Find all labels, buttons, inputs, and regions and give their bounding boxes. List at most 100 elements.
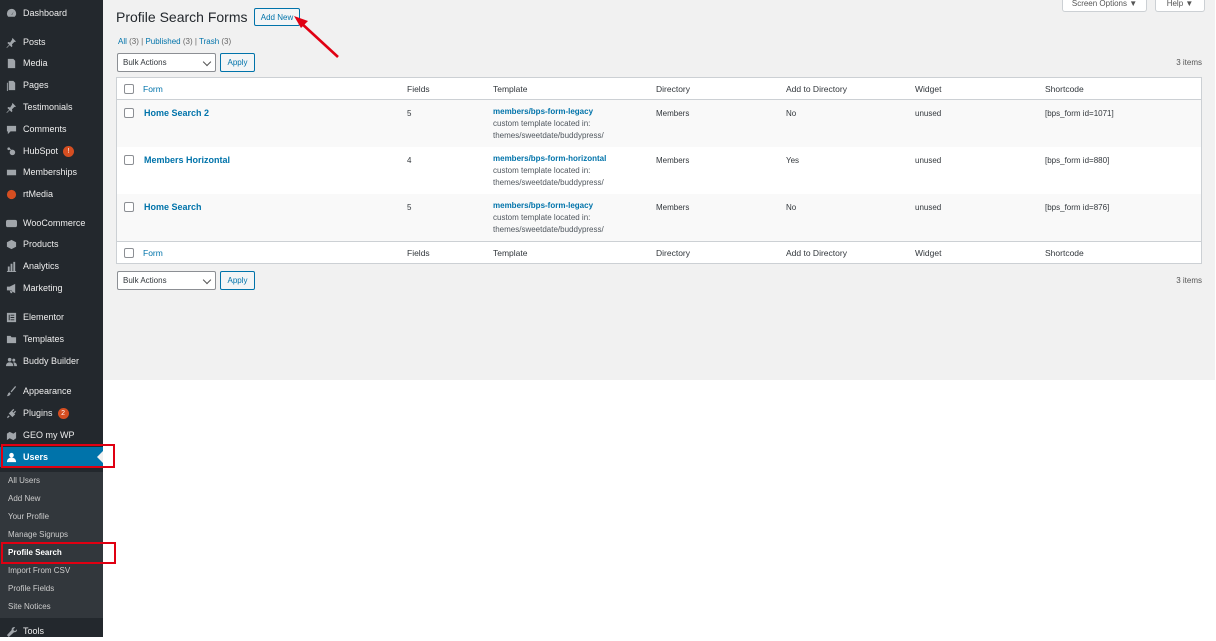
column-form[interactable]: Form xyxy=(143,84,163,94)
folder-icon xyxy=(5,333,17,345)
form-name-link[interactable]: Members Horizontal xyxy=(144,155,230,165)
comment-icon xyxy=(5,123,17,135)
page-icon xyxy=(5,79,17,91)
template-path: themes/sweetdate/buddypress/ xyxy=(493,131,604,140)
shortcode-value: [bps_form id=1071] xyxy=(1045,109,1114,118)
sidebar-item-templates[interactable]: Templates xyxy=(0,329,103,349)
dashboard-icon xyxy=(5,7,17,19)
fields-count: 4 xyxy=(407,156,412,165)
template-name[interactable]: members/bps-form-legacy xyxy=(493,200,604,212)
shortcode-value: [bps_form id=880] xyxy=(1045,156,1110,165)
products-icon xyxy=(5,238,17,250)
sidebar-item-geo-my-wp[interactable]: GEO my WP xyxy=(0,425,103,445)
row-checkbox[interactable] xyxy=(124,108,134,118)
sidebar-item-comments[interactable]: Comments xyxy=(0,119,103,139)
column-form-footer[interactable]: Form xyxy=(143,248,163,258)
sidebar-item-buddy-builder[interactable]: Buddy Builder xyxy=(0,351,103,371)
widget-value: unused xyxy=(915,109,942,118)
bulk-actions-select-bottom[interactable]: Bulk Actions xyxy=(117,271,216,290)
bulk-actions-label: Bulk Actions xyxy=(123,58,167,67)
apply-button-bottom[interactable]: Apply xyxy=(220,271,255,290)
filter-published-count: (3) xyxy=(182,37,193,46)
sidebar-item-plugins[interactable]: Plugins 2 xyxy=(0,403,103,423)
sidebar-item-posts[interactable]: Posts xyxy=(0,32,103,52)
plug-icon xyxy=(5,407,17,419)
template-path: themes/sweetdate/buddypress/ xyxy=(493,178,604,187)
fields-count: 5 xyxy=(407,203,412,212)
sidebar-item-marketing[interactable]: Marketing xyxy=(0,278,103,298)
add-to-directory-value: Yes xyxy=(786,156,800,165)
sidebar-item-products[interactable]: Products xyxy=(0,234,103,254)
sidebar-item-label: Plugins xyxy=(23,408,53,418)
submenu-add-new[interactable]: Add New xyxy=(8,491,40,507)
column-fields: Fields xyxy=(407,84,430,94)
form-name-link[interactable]: Home Search xyxy=(144,202,202,212)
select-all-checkbox-footer[interactable] xyxy=(124,248,134,258)
filter-separator: | xyxy=(194,37,197,46)
directory-value: Members xyxy=(656,203,690,212)
chevron-down-icon xyxy=(202,57,212,67)
submenu-import-from-csv[interactable]: Import From CSV xyxy=(8,563,70,579)
sidebar-item-hubspot[interactable]: HubSpot! xyxy=(0,141,103,161)
status-filters: All (3) | Published (3) | Trash (3) xyxy=(118,37,231,46)
sidebar-item-pages[interactable]: Pages xyxy=(0,75,103,95)
directory-value: Members xyxy=(656,109,690,118)
sidebar-item-media[interactable]: Media xyxy=(0,53,103,73)
sidebar-item-testimonials[interactable]: Testimonials xyxy=(0,97,103,117)
red-arrow-icon xyxy=(294,16,339,58)
table-row: Home Search 5 members/bps-form-legacy cu… xyxy=(117,194,1201,241)
column-widget: Widget xyxy=(915,84,942,94)
sidebar-item-label: Testimonials xyxy=(23,102,73,112)
sidebar-item-analytics[interactable]: Analytics xyxy=(0,256,103,276)
template-name[interactable]: members/bps-form-horizontal xyxy=(493,153,606,165)
select-all-checkbox[interactable] xyxy=(124,84,134,94)
sidebar-item-elementor[interactable]: Elementor xyxy=(0,307,103,327)
template-cell: members/bps-form-legacy custom template … xyxy=(493,200,604,236)
elementor-icon xyxy=(5,311,17,323)
submenu-profile-fields[interactable]: Profile Fields xyxy=(8,581,54,597)
sidebar-item-label: Comments xyxy=(23,124,67,134)
sidebar-item-dashboard[interactable]: Dashboard xyxy=(0,3,103,23)
filter-separator: | xyxy=(141,37,144,46)
submenu-all-users[interactable]: All Users xyxy=(8,473,40,489)
submenu-site-notices[interactable]: Site Notices xyxy=(8,599,51,615)
sidebar-item-tools[interactable]: Tools xyxy=(0,621,103,641)
profile-search-highlight-box xyxy=(1,542,116,564)
submenu-manage-signups[interactable]: Manage Signups xyxy=(8,527,68,543)
row-checkbox[interactable] xyxy=(124,202,134,212)
filter-trash[interactable]: Trash xyxy=(199,37,219,46)
apply-button-top[interactable]: Apply xyxy=(220,53,255,72)
sidebar-item-woocommerce[interactable]: WooCommerce xyxy=(0,213,103,233)
submenu-your-profile[interactable]: Your Profile xyxy=(8,509,49,525)
sidebar-item-label: Buddy Builder xyxy=(23,356,80,366)
form-name-link[interactable]: Home Search 2 xyxy=(144,108,209,118)
pin-icon xyxy=(5,36,17,48)
table-row: Members Horizontal 4 members/bps-form-ho… xyxy=(117,147,1201,194)
items-count-top: 3 items xyxy=(1176,58,1202,67)
filter-all[interactable]: All xyxy=(118,37,127,46)
megaphone-icon xyxy=(5,282,17,294)
template-location: custom template located in: xyxy=(493,119,591,128)
column-shortcode: Shortcode xyxy=(1045,84,1084,94)
row-checkbox[interactable] xyxy=(124,155,134,165)
sidebar-item-label: Media xyxy=(23,58,48,68)
buddy-icon xyxy=(5,355,17,367)
sidebar-item-rtmedia[interactable]: rtMedia xyxy=(0,184,103,204)
filter-published[interactable]: Published xyxy=(145,37,180,46)
bulk-actions-select-top[interactable]: Bulk Actions xyxy=(117,53,216,72)
template-name[interactable]: members/bps-form-legacy xyxy=(493,106,604,118)
column-template: Template xyxy=(493,84,528,94)
column-directory: Directory xyxy=(656,84,691,94)
template-cell: members/bps-form-legacy custom template … xyxy=(493,106,604,142)
sidebar-item-label: rtMedia xyxy=(23,189,54,199)
screen-options-button[interactable]: Screen Options ▼ xyxy=(1062,0,1147,12)
template-location: custom template located in: xyxy=(493,166,591,175)
template-cell: members/bps-form-horizontal custom templ… xyxy=(493,153,606,189)
sidebar-item-appearance[interactable]: Appearance xyxy=(0,381,103,401)
sidebar-item-memberships[interactable]: Memberships xyxy=(0,162,103,182)
directory-value: Members xyxy=(656,156,690,165)
rtmedia-icon xyxy=(5,188,17,200)
sidebar-item-label: HubSpot xyxy=(23,146,59,156)
sidebar-item-label: Dashboard xyxy=(23,8,68,18)
help-button[interactable]: Help ▼ xyxy=(1155,0,1205,12)
